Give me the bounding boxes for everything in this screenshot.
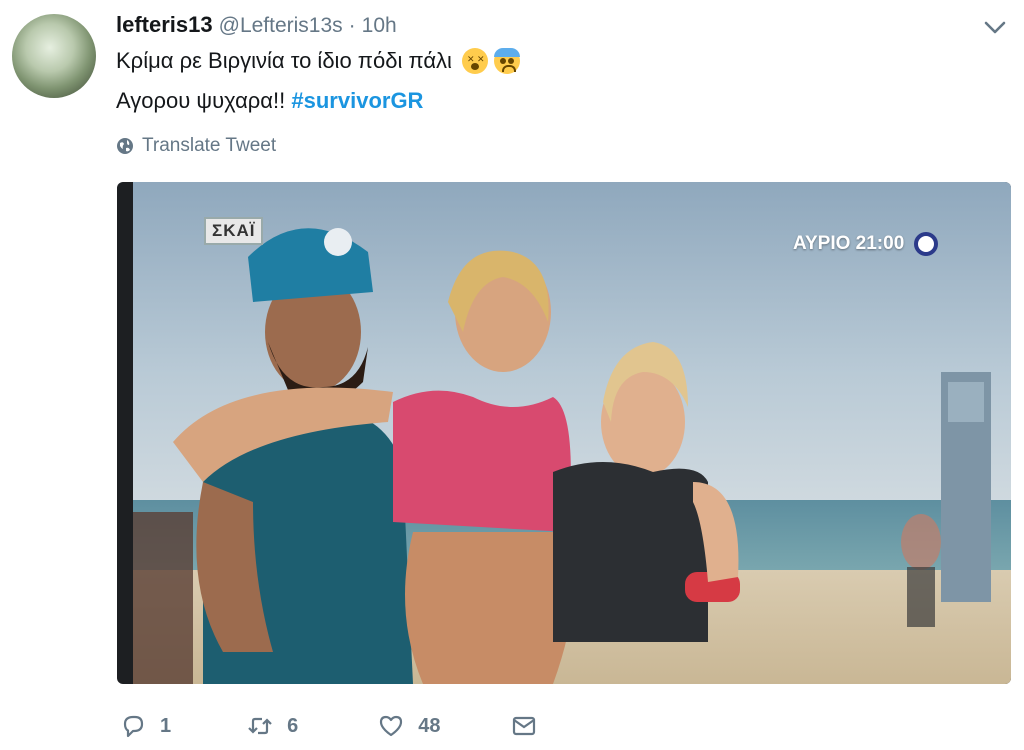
globe-icon: [117, 138, 133, 154]
timestamp[interactable]: 10h: [362, 14, 397, 38]
tweet-header: lefteris13 @Lefteris13s · 10h: [116, 12, 397, 42]
channel-logo: ΣΚΑΪ: [204, 217, 264, 245]
reply-count: 1: [160, 714, 172, 737]
translate-label: Translate Tweet: [142, 135, 277, 156]
tweet-text: Αγορου ψυχαρα!!: [116, 88, 286, 113]
user-handle[interactable]: @Lefteris13s: [219, 14, 343, 38]
reply-button[interactable]: 1: [120, 713, 171, 739]
direct-message-button[interactable]: [511, 713, 537, 739]
retweet-count: 6: [287, 714, 299, 737]
promo-text: ΑΥΡΙΟ 21:00: [793, 233, 905, 254]
hashtag-link[interactable]: #survivorGR: [291, 88, 423, 113]
like-count: 48: [418, 714, 441, 737]
channel-ring-icon: [914, 232, 939, 256]
fearful-face-icon: [493, 48, 520, 74]
broadcast-promo: ΑΥΡΙΟ 21:00: [793, 232, 939, 256]
tweet-text: Κρίμα ρε Βιργινία το ίδιο πόδι πάλι: [116, 48, 452, 73]
translate-tweet-link[interactable]: Translate Tweet: [116, 135, 276, 157]
video-scene-image: [133, 228, 991, 684]
tweet-text-line1: Κρίμα ρε Βιργινία το ίδιο πόδι πάλι ✕ ✕: [116, 48, 520, 74]
heart-icon: [380, 715, 403, 737]
avatar[interactable]: [12, 14, 96, 98]
retweet-icon: [248, 717, 272, 735]
retweet-button[interactable]: 6: [247, 713, 298, 739]
envelope-icon: [512, 716, 535, 736]
separator: ·: [348, 14, 356, 37]
dizzy-face-icon: ✕ ✕: [461, 48, 488, 74]
display-name[interactable]: lefteris13: [116, 12, 213, 38]
like-button[interactable]: 48: [378, 713, 441, 739]
video-player[interactable]: ΣΚΑΪ ΑΥΡΙΟ 21:00: [117, 182, 1011, 684]
tweet-text-line2: Αγορου ψυχαρα!! #survivorGR: [116, 88, 423, 114]
tweet-actions: 1 6 48: [120, 708, 537, 744]
video-frame: ΣΚΑΪ ΑΥΡΙΟ 21:00: [133, 182, 1011, 684]
reply-icon: [123, 715, 144, 738]
chevron-down-icon[interactable]: [984, 20, 1006, 36]
